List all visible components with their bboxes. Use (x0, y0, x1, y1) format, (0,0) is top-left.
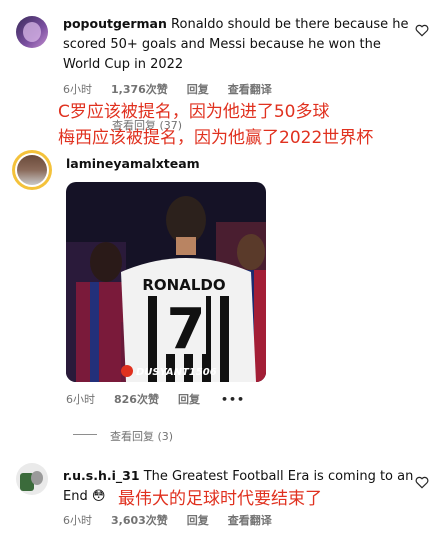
translate-button[interactable]: 查看翻译 (228, 514, 272, 527)
comment-meta: 6小时 1,376次赞 回复 查看翻译 (63, 81, 272, 97)
comment-username[interactable]: popoutgerman (63, 16, 167, 31)
like-count[interactable]: 1,376次赞 (111, 83, 168, 96)
timestamp: 6小时 (63, 83, 92, 96)
translation-annotation: 梅西应该被提名，因为他赢了2022世界杯 (58, 128, 374, 148)
comment-line: scored 50+ goals and Messi because he wo… (63, 37, 381, 52)
comment-line: Ronaldo should be there because he (171, 17, 409, 32)
timestamp: 6小时 (66, 393, 95, 406)
jersey-number: 7 (167, 297, 206, 362)
comment-username[interactable]: r.u.s.h.i_31 (63, 468, 140, 483)
post-image[interactable]: RONALDO 7 DUSYANT1506 (66, 182, 266, 382)
heart-icon[interactable] (414, 474, 430, 490)
translation-annotation: C罗应该被提名，因为他进了50多球 (58, 102, 330, 122)
flushed-face-emoji: 😳 (91, 489, 106, 504)
reply-button[interactable]: 回复 (187, 514, 209, 527)
comment-text: popoutgerman Ronaldo should be there bec… (63, 14, 433, 75)
view-replies-button[interactable]: 查看回复 (3) (110, 428, 173, 444)
view-replies-divider (73, 434, 97, 435)
more-options-icon[interactable]: ••• (221, 393, 245, 406)
like-count[interactable]: 826次赞 (114, 393, 159, 406)
comment-meta: 6小时 3,603次赞 回复 查看翻译 (63, 512, 272, 528)
comment-line: The Greatest Football Era is coming to a… (143, 469, 414, 484)
like-count[interactable]: 3,603次赞 (111, 514, 168, 527)
heart-icon[interactable] (414, 22, 430, 38)
reply-button[interactable]: 回复 (187, 83, 209, 96)
comment-line: World Cup in 2022 (63, 57, 184, 72)
avatar[interactable] (16, 463, 48, 495)
translation-annotation: 最伟大的足球时代要结束了 (118, 489, 322, 509)
comment-line: End (63, 489, 88, 504)
avatar[interactable] (12, 150, 52, 190)
comment-meta: 6小时 826次赞 回复 ••• (66, 391, 245, 407)
reply-button[interactable]: 回复 (178, 393, 200, 406)
avatar[interactable] (16, 16, 48, 48)
timestamp: 6小时 (63, 514, 92, 527)
comment-username[interactable]: lamineyamalxteam (66, 156, 200, 171)
jersey-name: RONALDO (142, 276, 225, 294)
translate-button[interactable]: 查看翻译 (228, 83, 272, 96)
image-watermark: DUSYANT1506 (136, 367, 217, 378)
